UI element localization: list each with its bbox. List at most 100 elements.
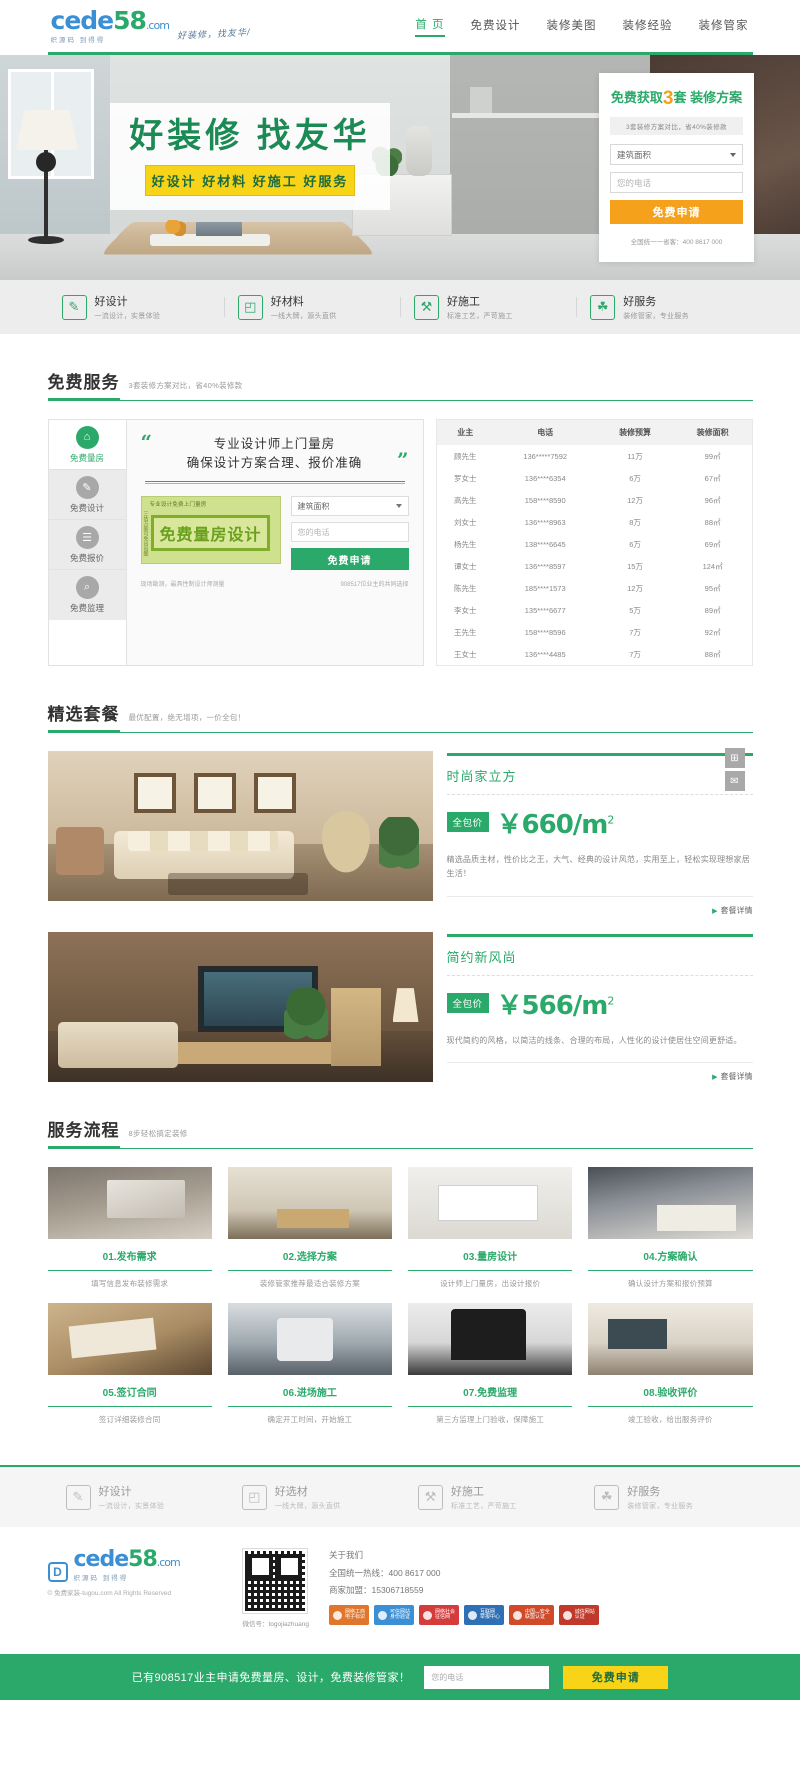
service-area-value: 建筑面积 — [297, 501, 330, 511]
message-icon[interactable]: ✉ — [724, 771, 745, 791]
nav-item-free-design[interactable]: 免费设计 — [471, 17, 521, 36]
footer-feature-desc: 一线大牌，源头直供 — [274, 1503, 341, 1511]
clipboard-icon: ☰ — [75, 525, 99, 549]
process-step-desc: 装修管家推荐最适合装修方案 — [259, 1279, 360, 1289]
free-service-section: 免费服务 3套装修方案对比，省40%装修款 ⌂ 免费量房 ✎ 免费设计 ☰ 免费… — [47, 368, 753, 666]
footer-feature-title: 好服务 — [627, 1486, 661, 1499]
process-step-card[interactable]: 03.量房设计 设计师上门量房，出设计报价 — [408, 1167, 573, 1289]
hero-form-title-pre: 免费获取 — [610, 90, 663, 105]
process-step-title: 06.进场施工 — [227, 1384, 392, 1408]
cell-owner: 高先生 — [453, 495, 477, 505]
qrcode-icon[interactable]: ⊞ — [724, 748, 745, 768]
section-title: 精选套餐 — [47, 700, 120, 733]
free-service-heading: 免费服务 3套装修方案对比，省40%装修款 — [47, 368, 753, 401]
quote-open-icon: “ — [140, 430, 153, 454]
service-area-select[interactable]: 建筑面积 — [290, 496, 409, 517]
nav-item-home[interactable]: 首 页 — [415, 16, 445, 37]
package-details-label: 套餐详情 — [720, 1072, 753, 1082]
service-quote: “ 专业设计师上门量房 确保设计方案合理、报价准确 ” — [140, 430, 409, 473]
free-service-form[interactable]: 建筑面积 您的电话 免费申请 — [290, 496, 409, 571]
process-step-card[interactable]: 08.验收评价 竣工验收，给出服务评价 — [588, 1303, 753, 1425]
home-icon: ⌂ — [75, 425, 99, 449]
tab-free-design[interactable]: ✎ 免费设计 — [48, 470, 126, 520]
package-details-link[interactable]: ▶ 套餐详情 — [446, 1062, 753, 1082]
cell-owner: 陈先生 — [453, 583, 477, 593]
badge-label: 可信网站 身份验证 — [390, 1608, 411, 1621]
hero-lead-form[interactable]: 免费获取3套 装修方案 3套装修方案对比，省40%装修款 建筑面积 您的电话 免… — [599, 73, 754, 262]
tab-free-supervision[interactable]: ⌕ 免费监理 — [48, 570, 126, 620]
hero-area-select[interactable]: 建筑面积 — [610, 144, 743, 165]
process-step-image — [588, 1167, 753, 1240]
process-step-card[interactable]: 01.发布需求 填写信息发布装修需求 — [47, 1167, 212, 1289]
cell-owner: 李女士 — [453, 605, 477, 615]
applicants-table-wrap: 业主 电话 装修预算 装修面积 顾先生 136*****7592 11万 99㎡ 罗女士… — [435, 419, 753, 666]
process-step-card[interactable]: 05.签订合同 签订详细装修合同 — [47, 1303, 212, 1425]
hero-form-note: 3套装修方案对比，省40%装修款 — [610, 117, 743, 135]
footer-logo-block: D cede58.com 织源码 到得得 © 免费家装-tugou.com Al… — [47, 1547, 223, 1599]
service-phone-input[interactable]: 您的电话 — [290, 522, 409, 543]
bottom-phone-input[interactable]: 您的电话 — [424, 1665, 550, 1689]
feature-desc: 一流设计，实景体验 — [94, 313, 161, 320]
cell-phone: 158****8590 — [524, 495, 566, 505]
hero-phone-input[interactable]: 您的电话 — [610, 172, 743, 193]
site-logo[interactable]: cede58.com 织源码 到得得 好装修，找友华/ — [48, 8, 251, 44]
main-navigation[interactable]: 首 页 免费设计 装修美图 装修经验 装修管家 — [415, 16, 752, 37]
package-details-link[interactable]: ▶ 套餐详情 — [446, 896, 753, 916]
feature-title: 好材料 — [270, 296, 304, 308]
table-row: 杨先生 138****6645 6万 69㎡ — [436, 533, 752, 555]
nav-item-butler[interactable]: 装修管家 — [699, 17, 749, 36]
cell-area: 88㎡ — [704, 517, 721, 527]
qrcode-icon — [241, 1548, 308, 1615]
certification-badge[interactable]: 可信网站 身份验证 — [374, 1605, 415, 1626]
package-image-living-room[interactable] — [47, 751, 433, 901]
feature-item-design: ✎ 好设计 一流设计，实景体验 — [48, 293, 224, 321]
certification-badge[interactable]: 网络工商 电子标识 — [328, 1605, 369, 1626]
tab-label: 免费报价 — [69, 552, 104, 563]
feature-title: 好施工 — [447, 296, 480, 308]
service-submit-button[interactable]: 免费申请 — [290, 548, 409, 571]
process-step-card[interactable]: 04.方案确认 确认设计方案和报价预算 — [588, 1167, 753, 1289]
certification-badge[interactable]: 中国ب安全 联盟认证 — [509, 1605, 554, 1626]
bottom-cta-text: 已有908517业主申请免费量房、设计，免费装修管家！ — [131, 1672, 411, 1685]
process-step-card[interactable]: 02.选择方案 装修管家推荐最适合装修方案 — [227, 1167, 392, 1289]
footer-about-link[interactable]: 关于我们 — [329, 1549, 753, 1561]
table-header-row: 业主 电话 装修预算 装修面积 — [436, 419, 752, 445]
badge-label: 中国ب安全 联盟认证 — [525, 1608, 550, 1621]
footer-logo-text-1: cede — [73, 1547, 130, 1573]
tab-free-quote[interactable]: ☰ 免费报价 — [48, 520, 126, 570]
tab-free-measure[interactable]: ⌂ 免费量房 — [48, 420, 126, 470]
package-name: 时尚家立方 — [446, 768, 517, 784]
hero-submit-button[interactable]: 免费申请 — [610, 200, 743, 224]
promo-side-text: 三估万案可免出出图 — [142, 511, 149, 557]
certification-badge[interactable]: 网络社会 征信网 — [419, 1605, 460, 1626]
promo-tag: 专业设计免费上门量房 — [149, 502, 207, 509]
nav-item-gallery[interactable]: 装修美图 — [547, 17, 597, 36]
th-budget: 装修预算 — [596, 419, 674, 445]
footnote-left: 现场勘测，最具性制设计师测量 — [140, 582, 225, 589]
cell-owner: 刘女士 — [453, 517, 477, 527]
footer-logo-subtitle: 织源码 到得得 — [73, 1575, 129, 1583]
footer-copyright: © 免费家装-tugou.com All Rights Reserved — [47, 1590, 172, 1598]
side-dock[interactable]: ⊞ ✉ — [724, 748, 745, 794]
footer-links-block: 关于我们 全国统一热线：400 8617 000 商家加盟：1530671855… — [328, 1549, 753, 1626]
package-image-tv-wall[interactable] — [47, 932, 433, 1083]
logo-text-1: cede — [50, 6, 115, 35]
cell-budget: 7万 — [629, 627, 641, 637]
package-card[interactable]: 时尚家立方 全包价 ￥660/m2 精选品质主材，性价比之王，大气、经典的设计风… — [47, 751, 753, 916]
nav-item-experience[interactable]: 装修经验 — [623, 17, 673, 36]
process-step-card[interactable]: 07.免费监理 第三方监理上门验收，保障施工 — [408, 1303, 573, 1425]
free-service-tabs[interactable]: ⌂ 免费量房 ✎ 免费设计 ☰ 免费报价 ⌕ 免费监理 — [47, 419, 126, 666]
package-currency: ￥ — [496, 809, 523, 840]
bottom-submit-button[interactable]: 免费申请 — [563, 1665, 669, 1689]
certification-badge[interactable]: 诚信网站 认证 — [558, 1605, 599, 1626]
process-step-card[interactable]: 06.进场施工 确定开工时间，开始施工 — [227, 1303, 392, 1425]
certification-badge[interactable]: 互联网 举报中心 — [464, 1605, 505, 1626]
table-row: 王先生 158****8596 7万 92㎡ — [436, 621, 752, 643]
th-phone: 电话 — [493, 419, 597, 445]
cell-phone: 136****8963 — [524, 517, 566, 527]
tab-label: 免费设计 — [69, 502, 104, 513]
badge-label: 网络工商 电子标识 — [344, 1608, 365, 1621]
package-card[interactable]: 简约新风尚 全包价 ￥566/m2 现代简约的风格，以简洁的线条、合理的布局，人… — [47, 932, 753, 1083]
play-triangle-icon: ▶ — [712, 1074, 718, 1082]
service-icon: ☘ — [590, 294, 616, 320]
